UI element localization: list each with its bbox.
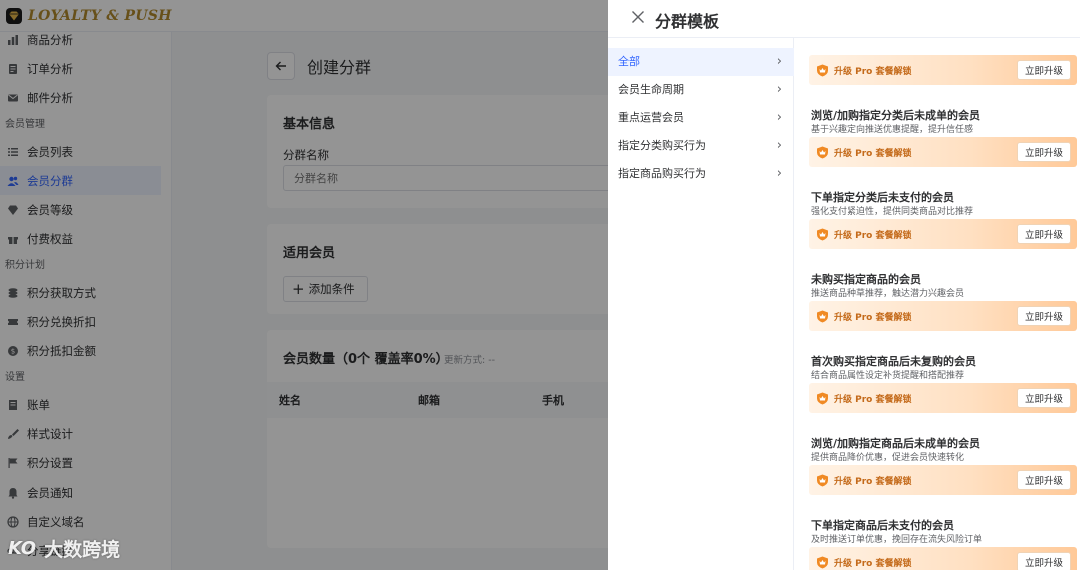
modal-overlay[interactable] <box>0 0 608 570</box>
category-item-key-members[interactable]: 重点运营会员 › <box>608 104 794 132</box>
upgrade-now-button[interactable]: 立即升级 <box>1017 552 1071 570</box>
template-item: 首次购买指定商品后未复购的会员 结合商品属性设定补货提醒和搭配推荐 升级 Pro… <box>809 341 1077 423</box>
upgrade-now-button[interactable]: 立即升级 <box>1017 306 1071 326</box>
template-name: 未购买指定商品的会员 <box>811 273 921 286</box>
upgrade-banner: 升级 Pro 套餐解锁 立即升级 <box>809 55 1077 85</box>
drawer-header: 分群模板 <box>608 0 1080 38</box>
upgrade-banner: 升级 Pro 套餐解锁 立即升级 <box>809 465 1077 495</box>
upgrade-banner-text: 升级 Pro 套餐解锁 <box>834 476 912 487</box>
upgrade-banner: 升级 Pro 套餐解锁 立即升级 <box>809 137 1077 167</box>
template-name: 下单指定商品后未支付的会员 <box>811 519 954 532</box>
template-list-inner: 升级 Pro 套餐解锁 立即升级 浏览/加购指定分类后未成单的会员 基于兴趣定向… <box>809 38 1077 570</box>
upgrade-banner: 升级 Pro 套餐解锁 立即升级 <box>809 301 1077 331</box>
watermark: KO 大数跨境 <box>8 535 120 562</box>
crown-shield-icon <box>817 310 828 322</box>
category-nav: 全部 › 会员生命周期 › 重点运营会员 › 指定分类购买行为 › 指定商品购买… <box>608 38 794 570</box>
upgrade-now-button[interactable]: 立即升级 <box>1017 142 1071 162</box>
crown-shield-icon <box>817 392 828 404</box>
upgrade-now-button[interactable]: 立即升级 <box>1017 224 1071 244</box>
chevron-right-icon: › <box>776 138 782 153</box>
crown-shield-icon <box>817 556 828 568</box>
template-description: 提供商品降价优惠，促进会员快速转化 <box>811 453 965 463</box>
upgrade-now-button[interactable]: 立即升级 <box>1017 470 1071 490</box>
template-item: 未购买指定商品的会员 推送商品种草推荐，触达潜力兴趣会员 升级 Pro 套餐解锁… <box>809 259 1077 341</box>
category-item-product-purchase[interactable]: 指定商品购买行为 › <box>608 160 794 188</box>
template-name: 浏览/加购指定分类后未成单的会员 <box>811 109 981 122</box>
category-item-lifecycle[interactable]: 会员生命周期 › <box>608 76 794 104</box>
category-label: 指定商品购买行为 <box>618 167 706 180</box>
crown-shield-icon <box>817 64 828 76</box>
template-item: 浏览/加购指定分类后未成单的会员 基于兴趣定向推送优惠提醒，提升信任感 升级 P… <box>809 95 1077 177</box>
template-item: 下单指定商品后未支付的会员 及时推送订单优惠，挽回存在流失风险订单 升级 Pro… <box>809 505 1077 570</box>
upgrade-banner-text: 升级 Pro 套餐解锁 <box>834 558 912 569</box>
template-description: 及时推送订单优惠，挽回存在流失风险订单 <box>811 535 983 545</box>
upgrade-banner-text: 升级 Pro 套餐解锁 <box>834 66 912 77</box>
upgrade-banner-text: 升级 Pro 套餐解锁 <box>834 312 912 323</box>
template-item: 下单指定分类后未支付的会员 强化支付紧迫性，提供同类商品对比推荐 升级 Pro … <box>809 177 1077 259</box>
upgrade-now-button[interactable]: 立即升级 <box>1017 388 1071 408</box>
chevron-right-icon: › <box>776 54 782 69</box>
template-item: 浏览/加购指定商品后未成单的会员 提供商品降价优惠，促进会员快速转化 升级 Pr… <box>809 423 1077 505</box>
category-label: 指定分类购买行为 <box>618 139 706 152</box>
template-description: 推送商品种草推荐，触达潜力兴趣会员 <box>811 289 965 299</box>
template-description: 基于兴趣定向推送优惠提醒，提升信任感 <box>811 125 974 135</box>
drawer-title: 分群模板 <box>655 12 720 31</box>
category-label: 会员生命周期 <box>618 83 684 96</box>
crown-shield-icon <box>817 146 828 158</box>
template-item: 升级 Pro 套餐解锁 立即升级 <box>809 38 1077 95</box>
template-description: 结合商品属性设定补货提醒和搭配推荐 <box>811 371 965 381</box>
upgrade-banner: 升级 Pro 套餐解锁 立即升级 <box>809 383 1077 413</box>
upgrade-banner-text: 升级 Pro 套餐解锁 <box>834 148 912 159</box>
segment-template-drawer: 分群模板 全部 › 会员生命周期 › 重点运营会员 › 指定分类购买行为 › 指… <box>608 0 1080 570</box>
close-icon <box>632 11 644 23</box>
template-name: 首次购买指定商品后未复购的会员 <box>811 355 976 368</box>
upgrade-banner-text: 升级 Pro 套餐解锁 <box>834 230 912 241</box>
upgrade-banner-text: 升级 Pro 套餐解锁 <box>834 394 912 405</box>
template-name: 下单指定分类后未支付的会员 <box>811 191 954 204</box>
category-label: 重点运营会员 <box>618 111 684 124</box>
crown-shield-icon <box>817 228 828 240</box>
chevron-right-icon: › <box>776 82 782 97</box>
category-item-category-purchase[interactable]: 指定分类购买行为 › <box>608 132 794 160</box>
category-label: 全部 <box>618 55 640 68</box>
close-button[interactable] <box>630 9 646 25</box>
upgrade-banner: 升级 Pro 套餐解锁 立即升级 <box>809 219 1077 249</box>
watermark-logo: KO <box>8 538 37 559</box>
template-name: 浏览/加购指定商品后未成单的会员 <box>811 437 981 450</box>
category-item-all[interactable]: 全部 › <box>608 48 794 76</box>
upgrade-now-button[interactable]: 立即升级 <box>1017 60 1071 80</box>
chevron-right-icon: › <box>776 110 782 125</box>
template-list[interactable]: 升级 Pro 套餐解锁 立即升级 浏览/加购指定分类后未成单的会员 基于兴趣定向… <box>795 38 1080 570</box>
watermark-text: 大数跨境 <box>44 539 121 561</box>
chevron-right-icon: › <box>776 166 782 181</box>
crown-shield-icon <box>817 474 828 486</box>
template-description: 强化支付紧迫性，提供同类商品对比推荐 <box>811 207 974 217</box>
upgrade-banner: 升级 Pro 套餐解锁 立即升级 <box>809 547 1077 570</box>
